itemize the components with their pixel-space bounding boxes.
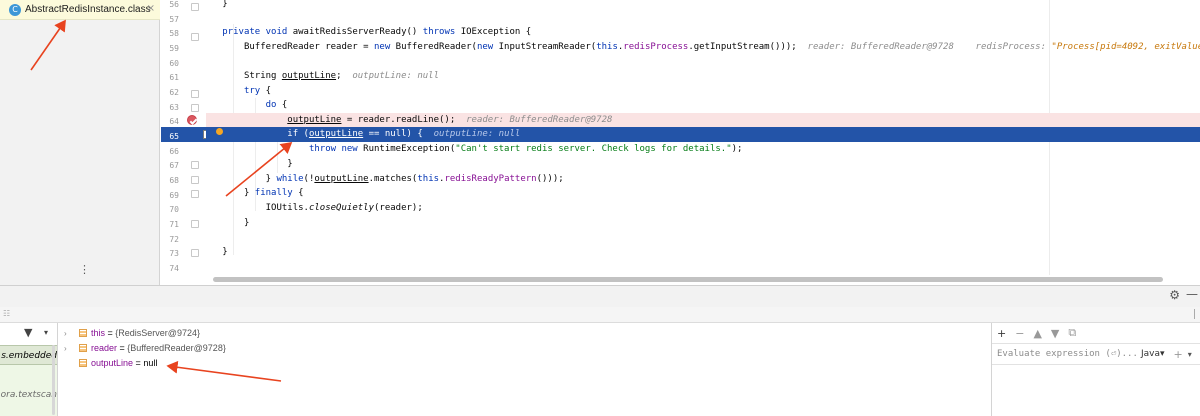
inline-hint-reader-64: reader: BufferedReader@9728 xyxy=(466,115,613,125)
variable-row-this[interactable]: › this = {RedisServer@9724} xyxy=(59,326,359,341)
expand-icon[interactable]: › xyxy=(64,341,67,356)
editor-tab-label: AbstractRedisInstance.class xyxy=(25,4,151,15)
code-line-67: } xyxy=(287,159,293,169)
line-number[interactable]: 71 xyxy=(161,217,179,232)
frame-item[interactable]: s.embedded xyxy=(0,345,57,365)
inline-hint-redisprocess: redisProcess: "Process[pid=4092, exitVal… xyxy=(975,42,1200,52)
add-to-watches-icon[interactable]: + xyxy=(1174,348,1183,361)
editor-tab-panel: C AbstractRedisInstance.class × ⋮ xyxy=(0,0,160,285)
breakpoint-icon[interactable] xyxy=(187,115,197,125)
watches-panel: + − ▲ ▼ ⧉ Java▾ + ▾ xyxy=(991,323,1200,416)
code-line-65-execution: if (outputLine == null) { outputLine: nu… xyxy=(206,127,1200,142)
fold-marker[interactable] xyxy=(191,220,199,228)
code-line-61: String outputLine; outputLine: null xyxy=(243,71,440,81)
line-number[interactable]: 65 xyxy=(161,129,179,144)
line-number[interactable]: 63 xyxy=(161,100,179,115)
line-number[interactable]: 68 xyxy=(161,173,179,188)
line-number[interactable]: 61 xyxy=(161,70,179,85)
expand-icon[interactable]: › xyxy=(64,326,67,341)
code-line-70: IOUtils.closeQuietly(reader); xyxy=(265,203,423,213)
frame-item[interactable]: ora.textscan xyxy=(0,385,57,405)
code-line-63: do { xyxy=(265,100,288,110)
frames-toolbar: ▼ ▾ xyxy=(0,323,57,345)
editor-gutter[interactable]: 56 57 58 59 60 61 62 63 64 65 66 67 68 69 70 71 72 73 74 xyxy=(161,0,211,285)
move-down-icon[interactable]: ▼ xyxy=(1051,327,1059,340)
line-number[interactable]: 58 xyxy=(161,26,179,41)
code-line-62: try { xyxy=(243,86,272,96)
line-number[interactable]: 60 xyxy=(161,56,179,71)
evaluate-expression-row: Java▾ + ▾ xyxy=(992,343,1200,365)
line-number[interactable]: 59 xyxy=(161,41,179,56)
intention-bulb-icon[interactable] xyxy=(216,128,223,135)
code-line-66: throw new RuntimeException("Can't start … xyxy=(308,144,743,154)
code-line-56: } xyxy=(222,0,228,9)
line-number[interactable]: 57 xyxy=(161,12,179,27)
code-line-58: private void awaitRedisServerReady() thr… xyxy=(222,27,532,37)
chevron-down-icon[interactable]: ▾ xyxy=(44,328,48,337)
frames-scrollbar[interactable] xyxy=(52,345,55,415)
debug-toolwindow-header: ⚙ — xyxy=(0,285,1200,307)
fold-marker[interactable] xyxy=(191,33,199,41)
frames-panel: ▼ ▾ s.embedded ora.textscan xyxy=(0,323,58,416)
fold-marker[interactable] xyxy=(191,176,199,184)
fold-marker[interactable] xyxy=(191,104,199,112)
field-icon xyxy=(79,359,87,367)
code-line-59: BufferedReader reader = new BufferedRead… xyxy=(206,40,1200,55)
inline-hint-outputline-65: outputLine: null xyxy=(433,129,521,139)
fold-marker[interactable] xyxy=(191,249,199,257)
variable-row-reader[interactable]: › reader = {BufferedReader@9728} xyxy=(59,341,359,356)
gear-icon[interactable]: ⚙ xyxy=(1169,288,1180,302)
fold-marker[interactable] xyxy=(191,3,199,11)
language-selector[interactable]: Java▾ xyxy=(1141,349,1165,359)
line-number[interactable]: 72 xyxy=(161,232,179,247)
class-file-icon: C xyxy=(9,3,21,16)
move-up-icon[interactable]: ▲ xyxy=(1033,327,1041,340)
code-line-64-breakpoint: outputLine = reader.readLine(); reader: … xyxy=(206,113,1200,128)
fold-marker[interactable] xyxy=(191,161,199,169)
more-options-icon[interactable]: ⋮ xyxy=(79,264,90,275)
copy-watch-icon[interactable]: ⧉ xyxy=(1068,326,1076,340)
field-icon xyxy=(79,329,87,337)
line-number[interactable]: 56 xyxy=(161,0,179,12)
chevron-down-icon[interactable]: ▾ xyxy=(1188,350,1192,359)
remove-watch-icon[interactable]: − xyxy=(1015,327,1024,340)
frame-item[interactable] xyxy=(0,365,57,385)
line-number[interactable]: 70 xyxy=(161,202,179,217)
close-tab-icon[interactable]: × xyxy=(147,3,155,14)
line-number[interactable]: 66 xyxy=(161,144,179,159)
variable-row-outputline[interactable]: outputLine = null xyxy=(59,356,359,371)
line-number[interactable]: 73 xyxy=(161,246,179,261)
horizontal-scrollbar[interactable] xyxy=(213,277,1163,282)
layout-icon[interactable]: ☷ xyxy=(3,309,10,318)
frame-item[interactable] xyxy=(0,405,57,416)
watches-toolbar: + − ▲ ▼ ⧉ xyxy=(992,323,1200,343)
field-icon xyxy=(79,344,87,352)
evaluate-expression-input[interactable] xyxy=(997,349,1139,359)
editor-tab-abstractredisinstance[interactable]: C AbstractRedisInstance.class × xyxy=(0,0,160,20)
filter-icon[interactable]: ▼ xyxy=(24,326,32,339)
fold-marker[interactable] xyxy=(191,190,199,198)
variables-panel: › this = {RedisServer@9724} › reader = {… xyxy=(59,323,991,416)
panel-edge-icon xyxy=(1194,309,1200,319)
code-area[interactable]: } private void awaitRedisServerReady() t… xyxy=(206,0,1200,285)
code-line-71: } xyxy=(243,218,250,228)
add-watch-icon[interactable]: + xyxy=(997,327,1006,340)
line-number[interactable]: 62 xyxy=(161,85,179,100)
inline-hint-outputline: outputLine: null xyxy=(352,71,440,81)
line-number[interactable]: 67 xyxy=(161,158,179,173)
debug-subheader: ☷ xyxy=(0,307,1200,323)
fold-marker[interactable] xyxy=(191,90,199,98)
code-line-68: } while(!outputLine.matches(this.redisRe… xyxy=(265,174,564,184)
inline-hint-reader: reader: BufferedReader@9728 xyxy=(807,42,954,52)
code-editor[interactable]: C AbstractRedisInstance.class × ⋮ 56 57 58… xyxy=(0,0,1200,285)
line-number[interactable]: 74 xyxy=(161,261,179,276)
code-line-73: } xyxy=(222,247,228,257)
code-line-69: } finally { xyxy=(243,188,304,198)
line-number[interactable]: 69 xyxy=(161,188,179,203)
line-number[interactable]: 64 xyxy=(161,114,179,129)
minimize-icon[interactable]: — xyxy=(1186,287,1198,301)
